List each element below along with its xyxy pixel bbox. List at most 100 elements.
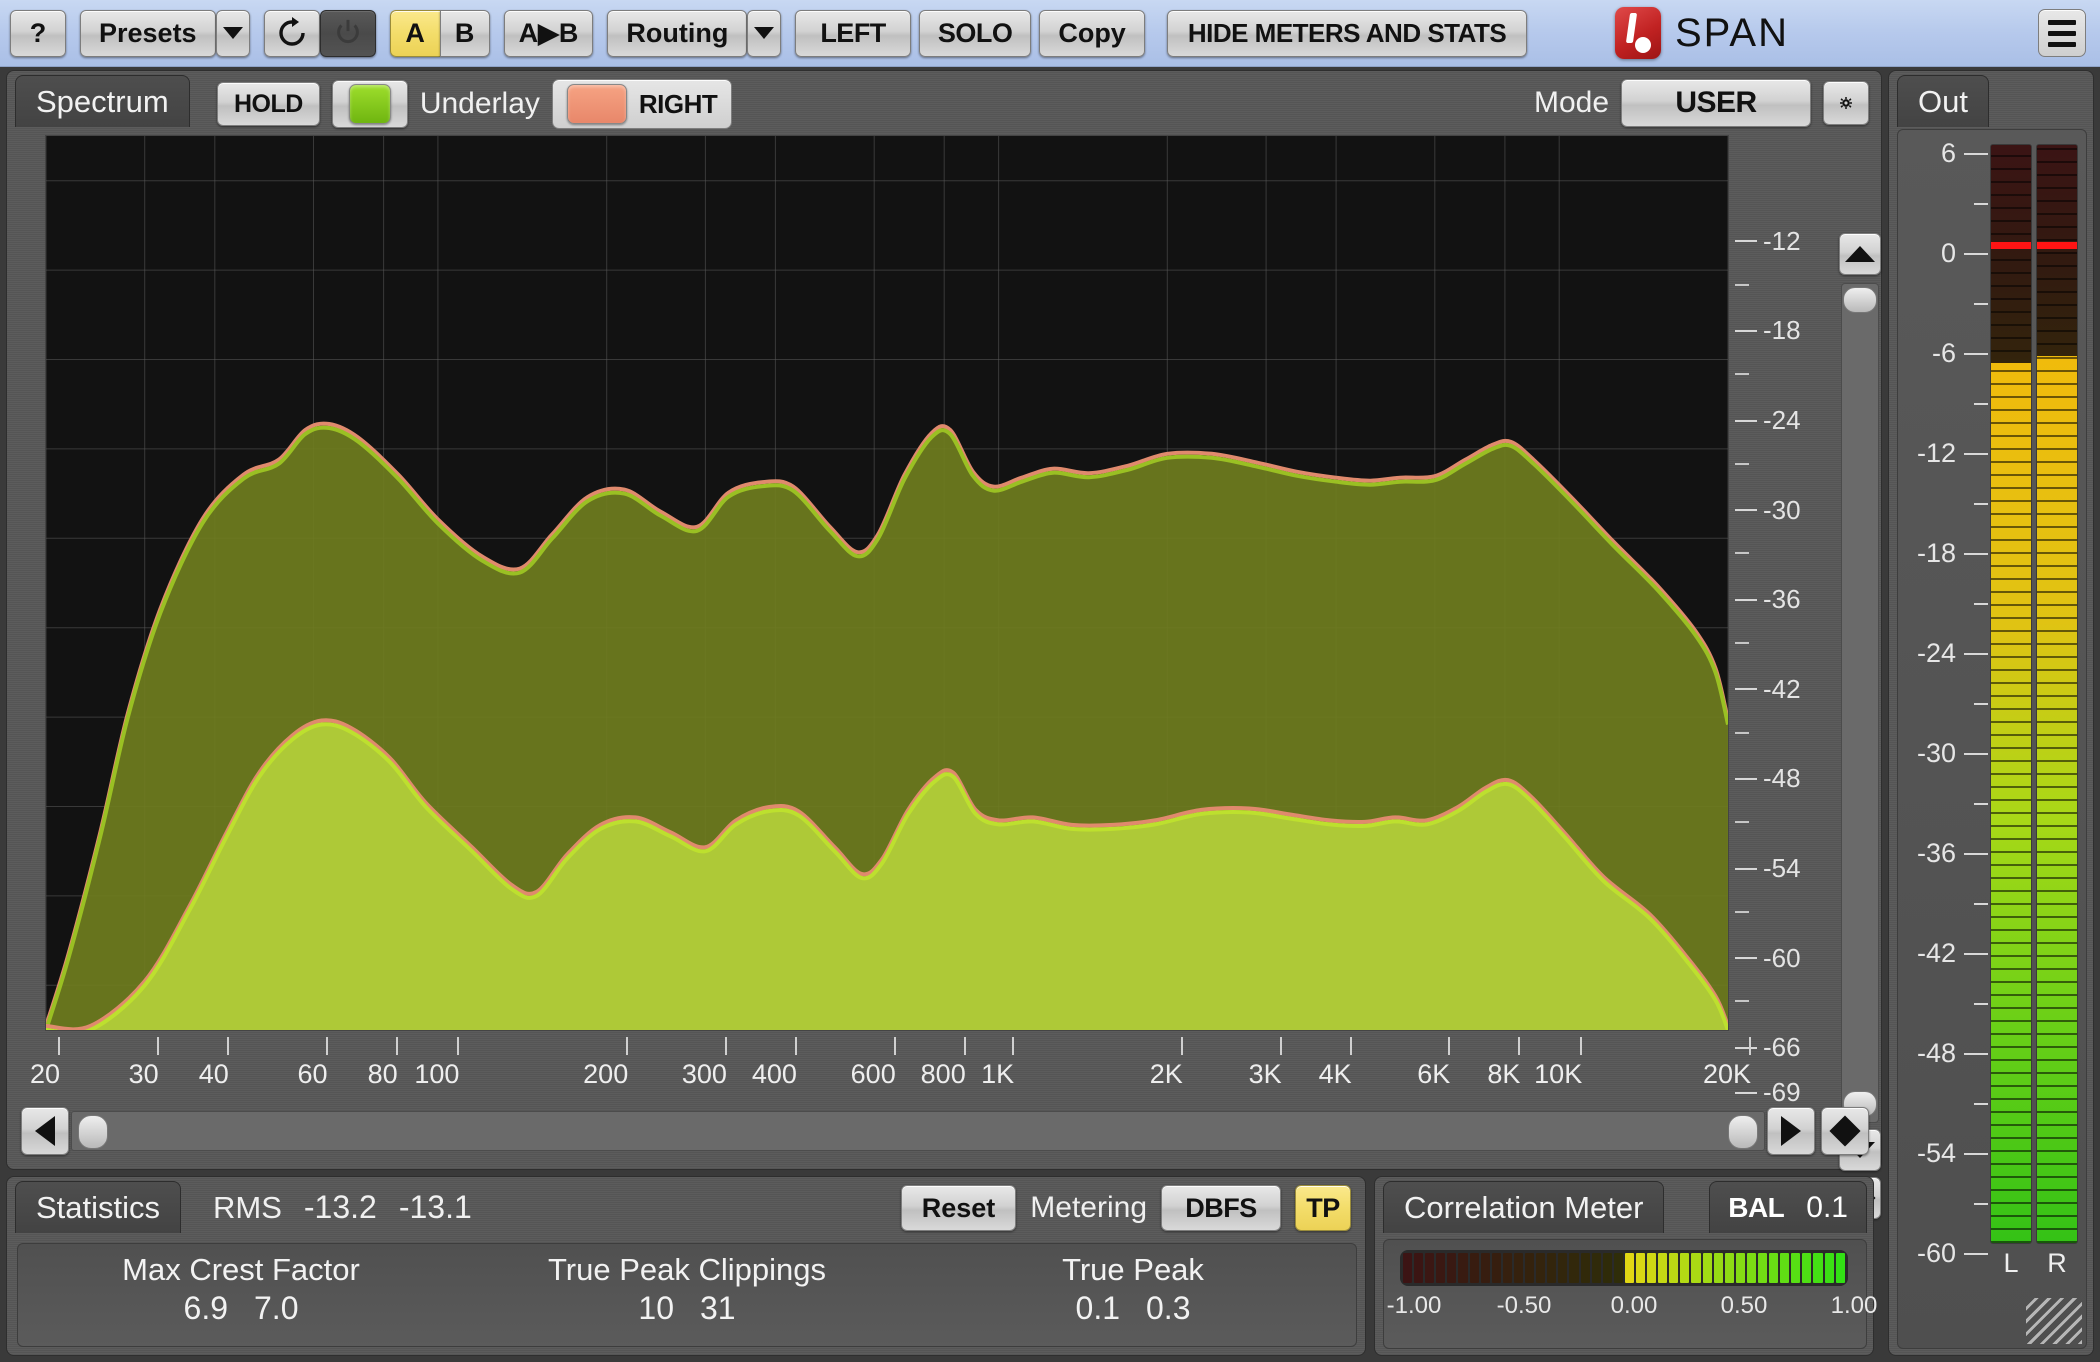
meter-scale-tick: -60 (1917, 1238, 1988, 1269)
power-toggle-button[interactable] (320, 10, 376, 57)
channel-button[interactable]: LEFT (795, 10, 911, 57)
spectrum-header: Spectrum HOLD Underlay RIGHT Mode USER (7, 71, 1881, 127)
freq-tick-mark (157, 1037, 159, 1055)
slot-b-button[interactable]: B (440, 10, 490, 57)
mode-value-button[interactable]: USER (1621, 79, 1811, 127)
frequency-axis: 20 30 40 60 80 100 200 300 400 (45, 1037, 1729, 1099)
meter-scale-tick: 6 (1941, 138, 1988, 169)
spectrum-graph[interactable] (45, 135, 1729, 1031)
scroll-right-button[interactable] (1767, 1107, 1815, 1155)
correlation-segment (1592, 1253, 1601, 1283)
freq-tick-label: 100 (414, 1059, 459, 1090)
presets-button[interactable]: Presets (80, 10, 216, 57)
correlation-segment (1691, 1253, 1700, 1283)
vertical-scroll-track[interactable] (1841, 283, 1879, 1123)
underlay-value: RIGHT (639, 89, 717, 120)
scroll-left-button[interactable] (21, 1107, 69, 1155)
balance-readout: BAL 0.1 (1709, 1181, 1867, 1233)
statistic-title: Max Crest Factor (18, 1252, 464, 1288)
correlation-segment (1747, 1253, 1756, 1283)
db-tick-label: -60 (1763, 943, 1801, 974)
reset-button[interactable] (264, 10, 320, 57)
main-menu-button[interactable] (2038, 9, 2086, 57)
correlation-segment (1436, 1253, 1445, 1283)
correlation-body: -1.00-0.500.000.501.00 (1383, 1239, 1867, 1349)
meter-headroom (2037, 145, 2077, 358)
correlation-segment (1547, 1253, 1556, 1283)
meter-scale-tick: -54 (1917, 1138, 1988, 1169)
meter-tick-mark (1964, 653, 1988, 655)
horizontal-scroll-track[interactable] (71, 1111, 1765, 1151)
statistic-left-value: 10 (638, 1290, 674, 1327)
metering-mode-button[interactable]: DBFS (1161, 1185, 1281, 1231)
meter-scale-minor-tick (1974, 1003, 1988, 1005)
db-tick: -54 (1735, 853, 1801, 884)
db-tick-label: -12 (1763, 226, 1801, 257)
vertical-scroll-thumb-top[interactable] (1843, 287, 1877, 313)
hide-meters-and-stats-button[interactable]: HIDE METERS AND STATS (1167, 10, 1527, 57)
solo-button[interactable]: SOLO (919, 10, 1032, 57)
underlay-source-button[interactable]: RIGHT (552, 79, 732, 129)
statistic-cell: True Peak Clippings 10 31 (464, 1244, 910, 1346)
hold-button[interactable]: HOLD (217, 82, 320, 126)
reset-statistics-button[interactable]: Reset (901, 1185, 1017, 1231)
db-tick-mark (1735, 509, 1757, 511)
horizontal-scroll-thumb-right[interactable] (1728, 1115, 1758, 1149)
meter-scale-tick: -12 (1917, 438, 1988, 469)
freq-tick-mark (1749, 1037, 1751, 1055)
db-tick-label: -24 (1763, 405, 1801, 436)
triangle-left-icon (35, 1116, 55, 1146)
correlation-segment (1447, 1253, 1456, 1283)
true-peak-toggle-button[interactable]: TP (1295, 1185, 1351, 1231)
resize-grip[interactable] (2026, 1298, 2082, 1344)
correlation-segment (1458, 1253, 1467, 1283)
routing-button[interactable]: Routing (607, 10, 747, 57)
presets-dropdown-button[interactable] (216, 10, 250, 57)
correlation-segment (1813, 1253, 1822, 1283)
db-minor-tick (1735, 821, 1749, 823)
rms-label: RMS (213, 1190, 282, 1226)
freq-tick: 8K (1503, 1037, 1536, 1090)
meter-peak-indicator (1991, 242, 2031, 249)
scroll-up-button[interactable] (1839, 233, 1881, 275)
db-tick-label: -42 (1763, 674, 1801, 705)
freq-tick: 300 (703, 1037, 748, 1090)
correlation-segment (1470, 1253, 1479, 1283)
statistic-title: True Peak Clippings (464, 1252, 910, 1288)
spectrum-settings-button[interactable] (1823, 81, 1869, 125)
statistic-left-value: 6.9 (184, 1290, 228, 1327)
freq-tick: 600 (872, 1037, 917, 1090)
correlation-segment (1536, 1253, 1545, 1283)
freq-tick-mark (1350, 1037, 1352, 1055)
help-button[interactable]: ? (10, 10, 66, 57)
correlation-segment (1603, 1253, 1612, 1283)
copy-a-to-b-button[interactable]: A▶B (504, 10, 594, 57)
horizontal-scrollbar[interactable] (21, 1105, 1869, 1157)
correlation-segment (1736, 1253, 1745, 1283)
meter-scale-label: -6 (1932, 338, 1956, 369)
copy-button[interactable]: Copy (1039, 10, 1145, 57)
routing-dropdown-button[interactable] (747, 10, 781, 57)
correlation-bar (1400, 1250, 1848, 1286)
reset-horizontal-view-button[interactable] (1821, 1107, 1869, 1155)
freq-tick: 400 (773, 1037, 818, 1090)
meter-scale-minor-tick (1974, 203, 1988, 205)
freq-tick-label: 10K (1534, 1059, 1582, 1090)
hold-color-button[interactable] (332, 80, 408, 128)
vertical-scrollbar[interactable] (1839, 233, 1881, 1183)
freq-tick: 200 (605, 1037, 650, 1090)
db-minor-tick (1735, 552, 1749, 554)
correlation-segment (1514, 1253, 1523, 1283)
freq-tick-label: 800 (921, 1059, 966, 1090)
statistics-title: Statistics (15, 1181, 181, 1233)
db-tick: -30 (1735, 495, 1801, 526)
output-meter-right-label: R (2036, 1248, 2078, 1279)
freq-tick-label: 300 (682, 1059, 727, 1090)
slot-a-button[interactable]: A (390, 10, 440, 57)
freq-tick: 100 (436, 1037, 481, 1090)
freq-tick-label: 1K (981, 1059, 1014, 1090)
db-tick-mark (1735, 642, 1749, 644)
horizontal-scroll-thumb-left[interactable] (78, 1115, 108, 1149)
meter-tick-mark (1964, 953, 1988, 955)
db-minor-tick (1735, 463, 1749, 465)
